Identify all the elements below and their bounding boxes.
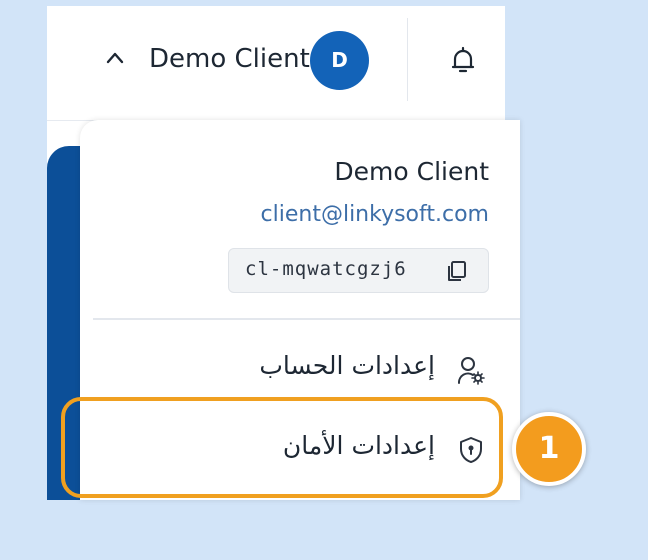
dropdown-user-email: client@linkysoft.com — [260, 202, 489, 227]
user-gear-icon — [458, 357, 485, 385]
copy-icon[interactable] — [445, 259, 469, 283]
avatar: D — [310, 31, 369, 90]
menu-item-account-settings[interactable]: إعدادات الحساب — [80, 337, 520, 401]
menu-item-label: إعدادات الحساب — [259, 351, 435, 380]
top-bar: Demo Client D — [47, 6, 505, 121]
client-id-chip: cl-mqwatcgzj6 — [228, 248, 489, 293]
user-name: Demo Client — [149, 44, 310, 74]
dropdown-user-name: Demo Client — [334, 157, 489, 186]
header-divider — [407, 18, 408, 101]
highlight-frame — [61, 397, 503, 498]
bell-icon[interactable] — [447, 44, 479, 76]
client-id-text: cl-mqwatcgzj6 — [245, 258, 407, 280]
dropdown-divider — [93, 318, 520, 320]
chevron-up-icon — [106, 52, 124, 64]
step-number-badge: 1 — [512, 412, 586, 486]
user-menu-button[interactable]: Demo Client D — [99, 24, 371, 94]
